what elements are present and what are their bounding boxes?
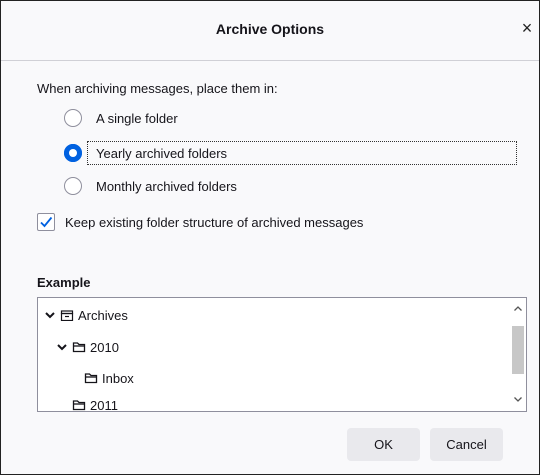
radio-single-folder[interactable]: A single folder: [64, 106, 178, 130]
checkmark-icon: [40, 216, 53, 228]
chevron-down-icon[interactable]: [44, 309, 56, 321]
scrollbar-thumb[interactable]: [512, 326, 524, 374]
archive-options-dialog: Archive Options × When archiving message…: [0, 0, 540, 475]
scroll-down-icon[interactable]: [513, 394, 523, 404]
tree-label: Inbox: [102, 370, 134, 386]
dialog-titlebar: Archive Options ×: [1, 1, 539, 61]
dialog-title: Archive Options: [215, 21, 325, 37]
tree-item-2010[interactable]: 2010: [56, 336, 119, 358]
radio-label-single-folder: A single folder: [96, 110, 178, 126]
folder-icon: [84, 373, 98, 384]
tree-label: 2010: [90, 339, 119, 355]
radio-monthly-folders[interactable]: Monthly archived folders: [64, 174, 237, 198]
example-folder-tree[interactable]: Archives 2010 Inbox 2011: [37, 297, 527, 412]
radio-button-selected[interactable]: [64, 144, 82, 162]
keep-structure-checkbox-row[interactable]: Keep existing folder structure of archiv…: [37, 211, 363, 233]
keep-structure-label: Keep existing folder structure of archiv…: [65, 214, 364, 230]
archive-icon: [60, 310, 74, 321]
tree-label: 2011: [90, 397, 118, 412]
tree-item-2011[interactable]: 2011: [72, 394, 118, 412]
cancel-button[interactable]: Cancel: [430, 428, 503, 461]
chevron-down-icon[interactable]: [56, 341, 68, 353]
radio-button[interactable]: [64, 177, 82, 195]
folder-icon: [72, 400, 86, 411]
tree-label: Archives: [78, 307, 128, 323]
radio-label-yearly-folders: Yearly archived folders: [96, 145, 228, 161]
folder-icon: [72, 342, 86, 353]
example-heading: Example: [37, 275, 91, 290]
close-icon[interactable]: ×: [517, 16, 537, 40]
dialog-content: When archiving messages, place them in: …: [1, 61, 539, 474]
keep-structure-checkbox[interactable]: [37, 213, 55, 231]
tree-item-inbox[interactable]: Inbox: [84, 367, 134, 389]
radio-button[interactable]: [64, 109, 82, 127]
scroll-up-icon[interactable]: [513, 304, 523, 314]
tree-scrollbar[interactable]: [510, 298, 526, 411]
radio-label-monthly-folders: Monthly archived folders: [96, 178, 237, 194]
radio-yearly-folders[interactable]: Yearly archived folders: [64, 141, 227, 165]
tree-item-archives[interactable]: Archives: [44, 304, 128, 326]
ok-button[interactable]: OK: [347, 428, 420, 461]
archive-location-label: When archiving messages, place them in:: [37, 81, 278, 96]
